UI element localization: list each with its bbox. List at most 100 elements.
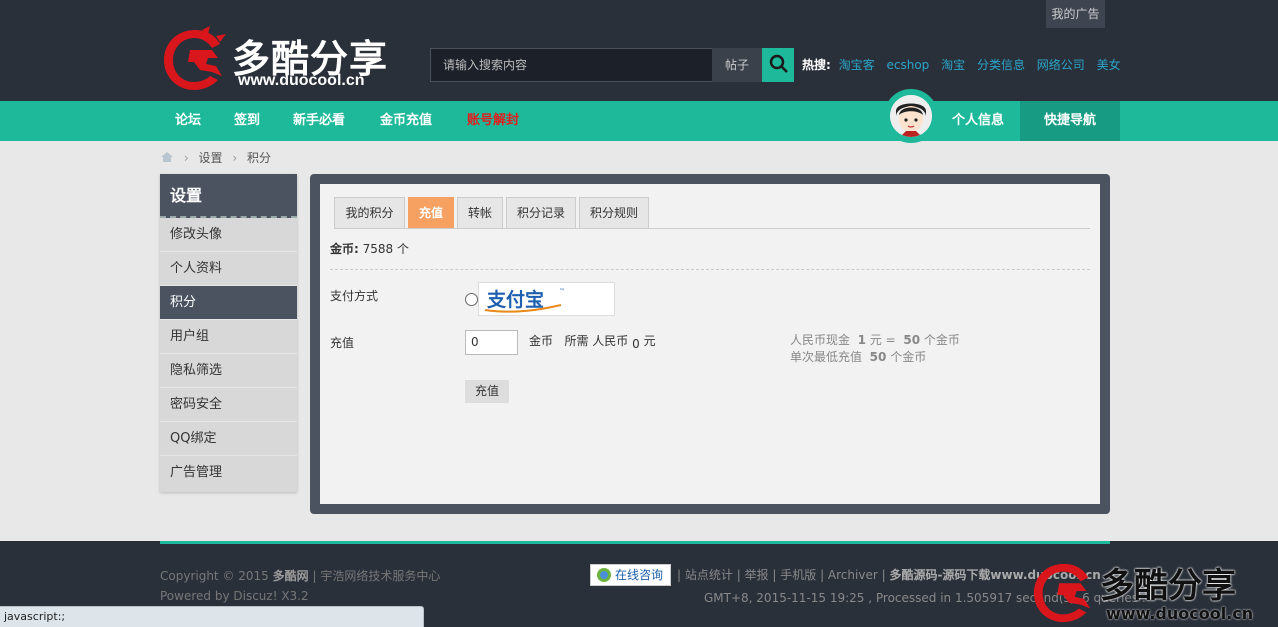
amount-description: 金币 所需 人民币 0 元 — [529, 332, 656, 351]
recharge-submit-button[interactable]: 充值 — [465, 380, 509, 403]
tab-credit-rules[interactable]: 积分规则 — [579, 197, 649, 228]
rate-rmb: 1 — [857, 333, 867, 347]
footer-link-report[interactable]: 举报 — [745, 568, 769, 582]
tab-transfer[interactable]: 转帐 — [457, 197, 503, 228]
footer-link-stats[interactable]: 站点统计 — [685, 568, 733, 582]
home-icon[interactable] — [160, 151, 174, 163]
hot-link[interactable]: 分类信息 — [977, 58, 1025, 72]
tab-credit-log[interactable]: 积分记录 — [506, 197, 576, 228]
alipay-icon: 支付宝 ™ — [484, 288, 565, 313]
sidebar-item-password[interactable]: 密码安全 — [160, 388, 297, 422]
breadcrumb-settings[interactable]: 设置 — [198, 151, 222, 165]
min-prefix: 单次最低充值 — [790, 350, 863, 364]
rate-line-2: 单次最低充值 50 个金币 — [790, 349, 960, 366]
nav-item-unban[interactable]: 账号解封 — [467, 101, 519, 141]
search-button[interactable] — [762, 48, 794, 82]
sidebar-item-privacy[interactable]: 隐私筛选 — [160, 354, 297, 388]
tab-divider — [334, 228, 1090, 229]
recharge-label: 充值 — [330, 336, 355, 350]
need-unit: 元 — [643, 334, 656, 348]
hot-link[interactable]: 淘宝客 — [839, 58, 875, 72]
footer-link-archiver[interactable]: Archiver — [828, 568, 878, 582]
alipay-logo[interactable]: 支付宝 ™ — [478, 282, 615, 316]
tab-recharge[interactable]: 充值 — [408, 197, 454, 228]
search-input[interactable]: 请输入搜索内容 — [430, 48, 712, 82]
logo-url: www.duocool.cn — [238, 72, 365, 89]
alipay-logo-text: 支付宝 — [486, 288, 544, 311]
consult-icon — [597, 568, 611, 582]
sidebar-title: 设置 — [160, 174, 297, 218]
dashed-divider — [330, 269, 1090, 270]
min-gold: 50 — [869, 350, 887, 364]
nav-item-forum[interactable]: 论坛 — [175, 101, 201, 141]
watermark-dragon-icon — [1033, 563, 1091, 623]
svg-text:™: ™ — [559, 288, 565, 295]
user-face-icon — [890, 95, 932, 137]
quick-nav-button[interactable]: 快捷导航 — [1020, 101, 1120, 141]
need-label: 所需 人民币 — [564, 334, 629, 348]
top-header: 我的广告 多酷分享 www.duocool.cn 请输入搜索内容 帖子 热搜: … — [0, 0, 1278, 101]
sidebar-item-usergroup[interactable]: 用户组 — [160, 320, 297, 354]
search-icon — [769, 54, 788, 73]
hot-link[interactable]: ecshop — [886, 58, 929, 72]
sidebar-item-avatar[interactable]: 修改头像 — [160, 218, 297, 252]
hot-link[interactable]: 淘宝 — [941, 58, 965, 72]
avatar-image — [890, 95, 932, 137]
alipay-radio[interactable] — [465, 293, 478, 306]
need-value: 0 — [632, 337, 640, 351]
hot-search: 热搜: 淘宝客 ecshop 淘宝 分类信息 网络公司 美女 — [802, 56, 1129, 73]
watermark-name: 多酷分享 — [1100, 566, 1236, 606]
amount-unit: 金币 — [529, 334, 554, 348]
copyright-line: Copyright © 2015 多酷网 | 宇浩网络技术服务中心 — [160, 566, 440, 586]
online-consult-button[interactable]: 在线咨询 — [590, 564, 671, 586]
gold-balance: 金币: 7588 个 — [330, 240, 409, 257]
site-name-link[interactable]: 多酷网 — [273, 569, 309, 583]
powered-by[interactable]: Powered by Discuz! X3.2 — [160, 586, 440, 606]
gold-value: 7588 个 — [362, 242, 409, 256]
rate-suffix: 个金币 — [923, 333, 960, 347]
recharge-amount-input[interactable]: 0 — [465, 330, 518, 355]
company-link[interactable]: | 宇浩网络技术服务中心 — [312, 569, 440, 583]
settings-sidebar: 设置 修改头像 个人资料 积分 用户组 隐私筛选 密码安全 QQ绑定 广告管理 — [160, 174, 297, 492]
profile-link[interactable]: 个人信息 — [952, 101, 1004, 141]
consult-label: 在线咨询 — [615, 568, 664, 582]
browser-status-bar: javascript:; — [0, 606, 424, 627]
hot-link[interactable]: 网络公司 — [1037, 58, 1085, 72]
content-inner: 我的积分 充值 转帐 积分记录 积分规则 金币: 7588 个 支付方式 支付宝… — [320, 184, 1100, 504]
search-bar: 请输入搜索内容 帖子 — [430, 48, 794, 82]
footer-accent-line — [160, 541, 1110, 544]
avatar[interactable] — [884, 89, 938, 143]
sidebar-item-qq[interactable]: QQ绑定 — [160, 422, 297, 456]
dragon-logo-icon — [164, 26, 226, 90]
my-ad-link[interactable]: 我的广告 — [1046, 0, 1105, 28]
breadcrumb-separator: › — [232, 151, 238, 165]
watermark: 多酷分享 www.duocool.cn — [1030, 558, 1278, 627]
breadcrumb-separator: › — [183, 151, 189, 165]
rate-gold: 50 — [903, 333, 921, 347]
copyright: Copyright © 2015 多酷网 | 宇浩网络技术服务中心 Powere… — [160, 566, 440, 606]
breadcrumb: › 设置 › 积分 — [160, 150, 271, 166]
sidebar-item-ads[interactable]: 广告管理 — [160, 456, 297, 490]
site-logo[interactable]: 多酷分享 www.duocool.cn — [160, 26, 420, 96]
copyright-text: Copyright © 2015 — [160, 569, 269, 583]
nav-item-newbie[interactable]: 新手必看 — [293, 101, 345, 141]
watermark-url: www.duocool.cn — [1106, 604, 1254, 623]
sidebar-item-credits[interactable]: 积分 — [160, 286, 297, 320]
nav-item-signin[interactable]: 签到 — [234, 101, 260, 141]
hot-search-label: 热搜: — [802, 58, 831, 72]
min-suffix: 个金币 — [890, 350, 927, 364]
nav-item-gold-recharge[interactable]: 金币充值 — [380, 101, 432, 141]
rate-prefix: 人民币现金 — [790, 333, 851, 347]
pay-method-label: 支付方式 — [330, 289, 379, 303]
content-panel: 我的积分 充值 转帐 积分记录 积分规则 金币: 7588 个 支付方式 支付宝… — [310, 174, 1110, 514]
breadcrumb-current: 积分 — [246, 151, 271, 165]
hot-link[interactable]: 美女 — [1097, 58, 1121, 72]
search-type-select[interactable]: 帖子 — [712, 48, 762, 82]
sidebar-item-profile[interactable]: 个人资料 — [160, 252, 297, 286]
tab-my-credits[interactable]: 我的积分 — [334, 197, 405, 228]
gold-label: 金币: — [330, 242, 359, 256]
exchange-rate: 人民币现金 1 元 = 50 个金币 单次最低充值 50 个金币 — [790, 332, 960, 366]
footer-link-mobile[interactable]: 手机版 — [780, 568, 816, 582]
rate-mid: 元 = — [869, 333, 896, 347]
rate-line-1: 人民币现金 1 元 = 50 个金币 — [790, 332, 960, 349]
